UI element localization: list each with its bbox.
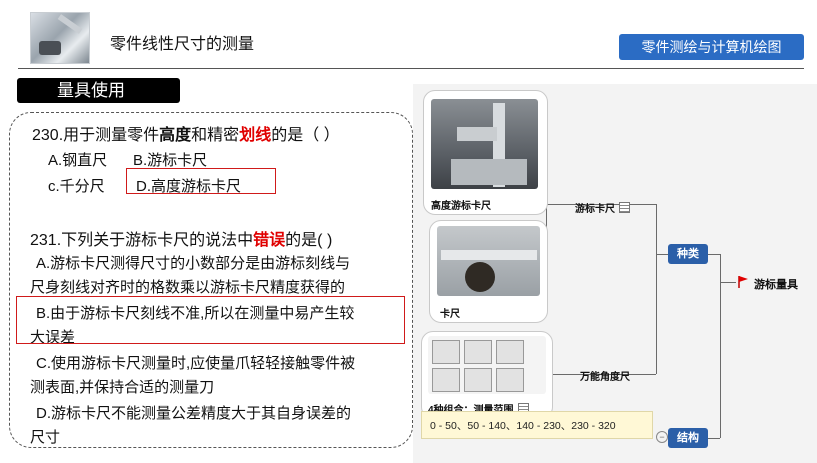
q231-keyword-wrong: 错误	[253, 232, 286, 249]
node-vernier[interactable]: 游标卡尺	[575, 200, 630, 215]
node-types[interactable]: 种类	[668, 244, 708, 264]
q231-option-a-line1: A.游标卡尺测得尺寸的小数部分是由游标刻线与	[36, 255, 351, 272]
q231-option-c-line2: 测表面,并保持合适的测量刀	[30, 379, 215, 396]
card-caliper[interactable]: 卡尺	[429, 220, 548, 323]
section-tag: 量具使用	[17, 78, 180, 103]
node-root[interactable]: 游标量具	[754, 276, 798, 292]
connector	[708, 438, 720, 439]
question-231-stem: 231.下列关于游标卡尺的说法中错误的是( )	[30, 226, 332, 250]
course-logo-image	[30, 12, 90, 64]
flag-icon	[738, 276, 748, 288]
q230-text-suffix: 的是（ ）	[271, 127, 340, 144]
header-divider	[18, 68, 804, 69]
collapse-icon[interactable]: −	[656, 431, 668, 443]
q230-keyword-scribe: 划线	[239, 127, 272, 144]
card-combo[interactable]: 4种组合：测量范围	[421, 331, 553, 419]
q231-text: 231.下列关于游标卡尺的说法中	[30, 232, 254, 249]
node-bevel-protractor[interactable]: 万能角度尺	[580, 368, 630, 383]
range-tooltip: 0 - 50、50 - 140、140 - 230、230 - 320	[421, 411, 653, 439]
question-230-stem: 230.用于测量零件高度和精密划线的是（ ）	[32, 121, 340, 145]
q230-answer-highlight	[126, 168, 276, 194]
node-structure[interactable]: 结构	[668, 428, 708, 448]
q230-option-c: c.千分尺	[48, 178, 105, 195]
q231-option-c-line1: C.使用游标卡尺测量时,应使量爪轻轻接触零件被	[36, 355, 356, 372]
node-vernier-label: 游标卡尺	[575, 204, 615, 215]
connector	[708, 254, 720, 255]
q230-text: 230.用于测量零件	[32, 127, 160, 144]
section-tag-label: 量具使用	[57, 81, 125, 100]
q230-keyword-height: 高度	[159, 127, 192, 144]
q230-option-b: B.游标卡尺	[133, 152, 208, 169]
note-icon[interactable]	[619, 202, 630, 213]
q231-option-a-line2: 尺身刻线对齐时的格数乘以游标卡尺精度获得的	[30, 279, 346, 296]
combo-diagram-image	[428, 336, 546, 394]
connector	[656, 254, 668, 255]
connector	[656, 204, 657, 374]
caliper-image	[437, 226, 540, 296]
card-height-gauge-label: 高度游标卡尺	[431, 201, 491, 212]
page-title: 零件线性尺寸的测量	[110, 36, 255, 53]
height-gauge-image	[431, 99, 538, 189]
q230-text-mid: 和精密	[191, 127, 240, 144]
q231-option-d-line2: 尺寸	[30, 429, 61, 446]
q230-option-a: A.钢直尺	[48, 152, 108, 169]
q231-answer-highlight	[16, 296, 405, 344]
course-badge[interactable]: 零件测绘与计算机绘图	[619, 34, 804, 60]
q231-text-suffix: 的是( )	[285, 232, 333, 249]
connector	[720, 282, 736, 283]
q231-option-d-line1: D.游标卡尺不能测量公差精度大于其自身误差的	[36, 405, 352, 422]
card-height-gauge[interactable]: 高度游标卡尺	[423, 90, 548, 215]
card-caliper-label: 卡尺	[440, 309, 460, 320]
